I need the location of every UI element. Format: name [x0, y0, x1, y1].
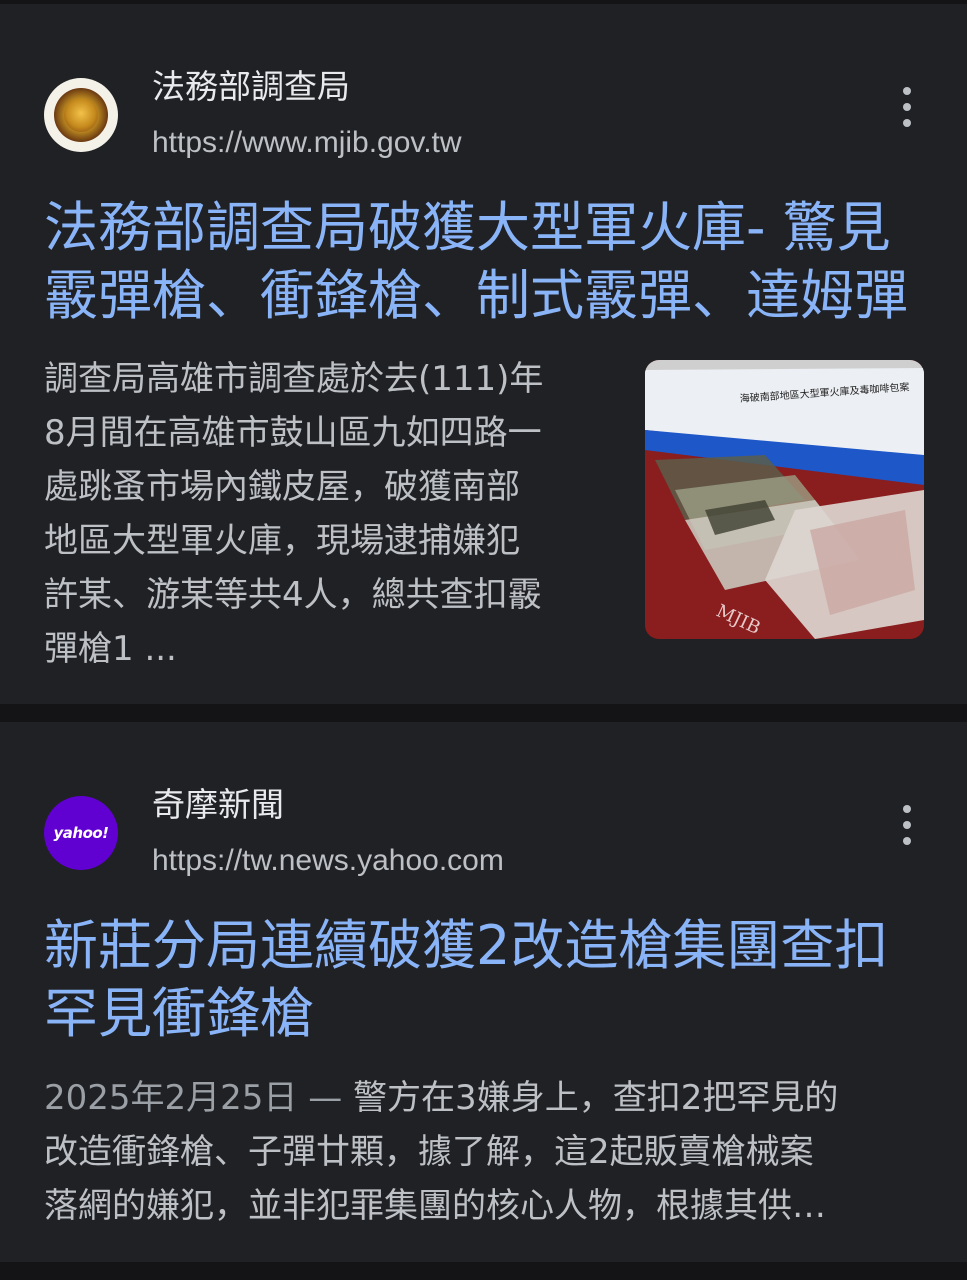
source-name: 奇摩新聞 — [152, 785, 284, 824]
result-title-line: 法務部調查局破獲大型軍火庫- 驚見 — [44, 196, 891, 259]
source-url: https://tw.news.yahoo.com — [152, 844, 504, 877]
more-options-icon[interactable] — [897, 805, 917, 845]
result-source[interactable]: yahoo! 奇摩新聞 https://tw.news.yahoo.com — [44, 785, 504, 881]
source-name: 法務部調查局 — [152, 67, 350, 106]
mjib-seal-icon — [44, 78, 118, 152]
result-title-line: 新莊分局連續破獲2改造槍集團查扣 — [44, 914, 889, 977]
source-url: https://www.mjib.gov.tw — [152, 126, 462, 159]
result-snippet: 2025年2月25日 — 警方在3嫌身上，查扣2把罕見的 改造衝鋒槍、子彈廿顆，… — [44, 1071, 924, 1233]
snippet-line: 許某、游某等共4人，總共查扣霰 — [44, 575, 542, 615]
result-title-link[interactable]: 法務部調查局破獲大型軍火庫- 驚見 霰彈槍、衝鋒槍、制式霰彈、達姆彈 — [44, 194, 924, 330]
yahoo-logo-icon: yahoo! — [44, 796, 118, 870]
result-title-line: 霰彈槍、衝鋒槍、制式霰彈、達姆彈 — [44, 264, 908, 327]
result-source[interactable]: 法務部調查局 https://www.mjib.gov.tw — [44, 67, 462, 163]
yahoo-logo-text: yahoo! — [53, 824, 109, 842]
snippet-line: 調查局高雄市調查處於去(111)年 — [44, 359, 544, 399]
search-results-page: 法務部調查局 https://www.mjib.gov.tw 法務部調查局破獲大… — [0, 0, 967, 1280]
result-card[interactable]: yahoo! 奇摩新聞 https://tw.news.yahoo.com 新莊… — [0, 722, 967, 1262]
snippet-line: 落網的嫌犯，並非犯罪集團的核心人物，根據其供… — [44, 1186, 826, 1226]
result-card[interactable]: 法務部調查局 https://www.mjib.gov.tw 法務部調查局破獲大… — [0, 4, 967, 704]
result-title-link[interactable]: 新莊分局連續破獲2改造槍集團查扣 罕見衝鋒槍 — [44, 912, 924, 1048]
more-options-icon[interactable] — [897, 87, 917, 127]
snippet-line: 地區大型軍火庫，現場逮捕嫌犯 — [44, 521, 520, 561]
result-date: 2025年2月25日 — [44, 1078, 298, 1118]
result-thumbnail[interactable]: 海破南部地區大型軍火庫及毒咖啡包案 MJIB — [645, 360, 924, 639]
snippet-text: 警方在3嫌身上，查扣2把罕見的 — [353, 1078, 839, 1118]
snippet-line: 8月間在高雄市鼓山區九如四路一 — [44, 413, 542, 453]
date-separator: — — [308, 1078, 343, 1118]
snippet-line: 彈槍1 ... — [44, 629, 177, 669]
result-snippet: 調查局高雄市調查處於去(111)年 8月間在高雄市鼓山區九如四路一 處跳蚤市場內… — [44, 352, 614, 676]
seized-weapons-photo: 海破南部地區大型軍火庫及毒咖啡包案 MJIB — [645, 360, 924, 639]
snippet-line: 處跳蚤市場內鐵皮屋，破獲南部 — [44, 467, 520, 507]
snippet-line: 2025年2月25日 — 警方在3嫌身上，查扣2把罕見的 — [44, 1071, 924, 1125]
snippet-line: 改造衝鋒槍、子彈廿顆，據了解，這2起販賣槍械案 — [44, 1132, 814, 1172]
result-title-line: 罕見衝鋒槍 — [44, 982, 314, 1045]
